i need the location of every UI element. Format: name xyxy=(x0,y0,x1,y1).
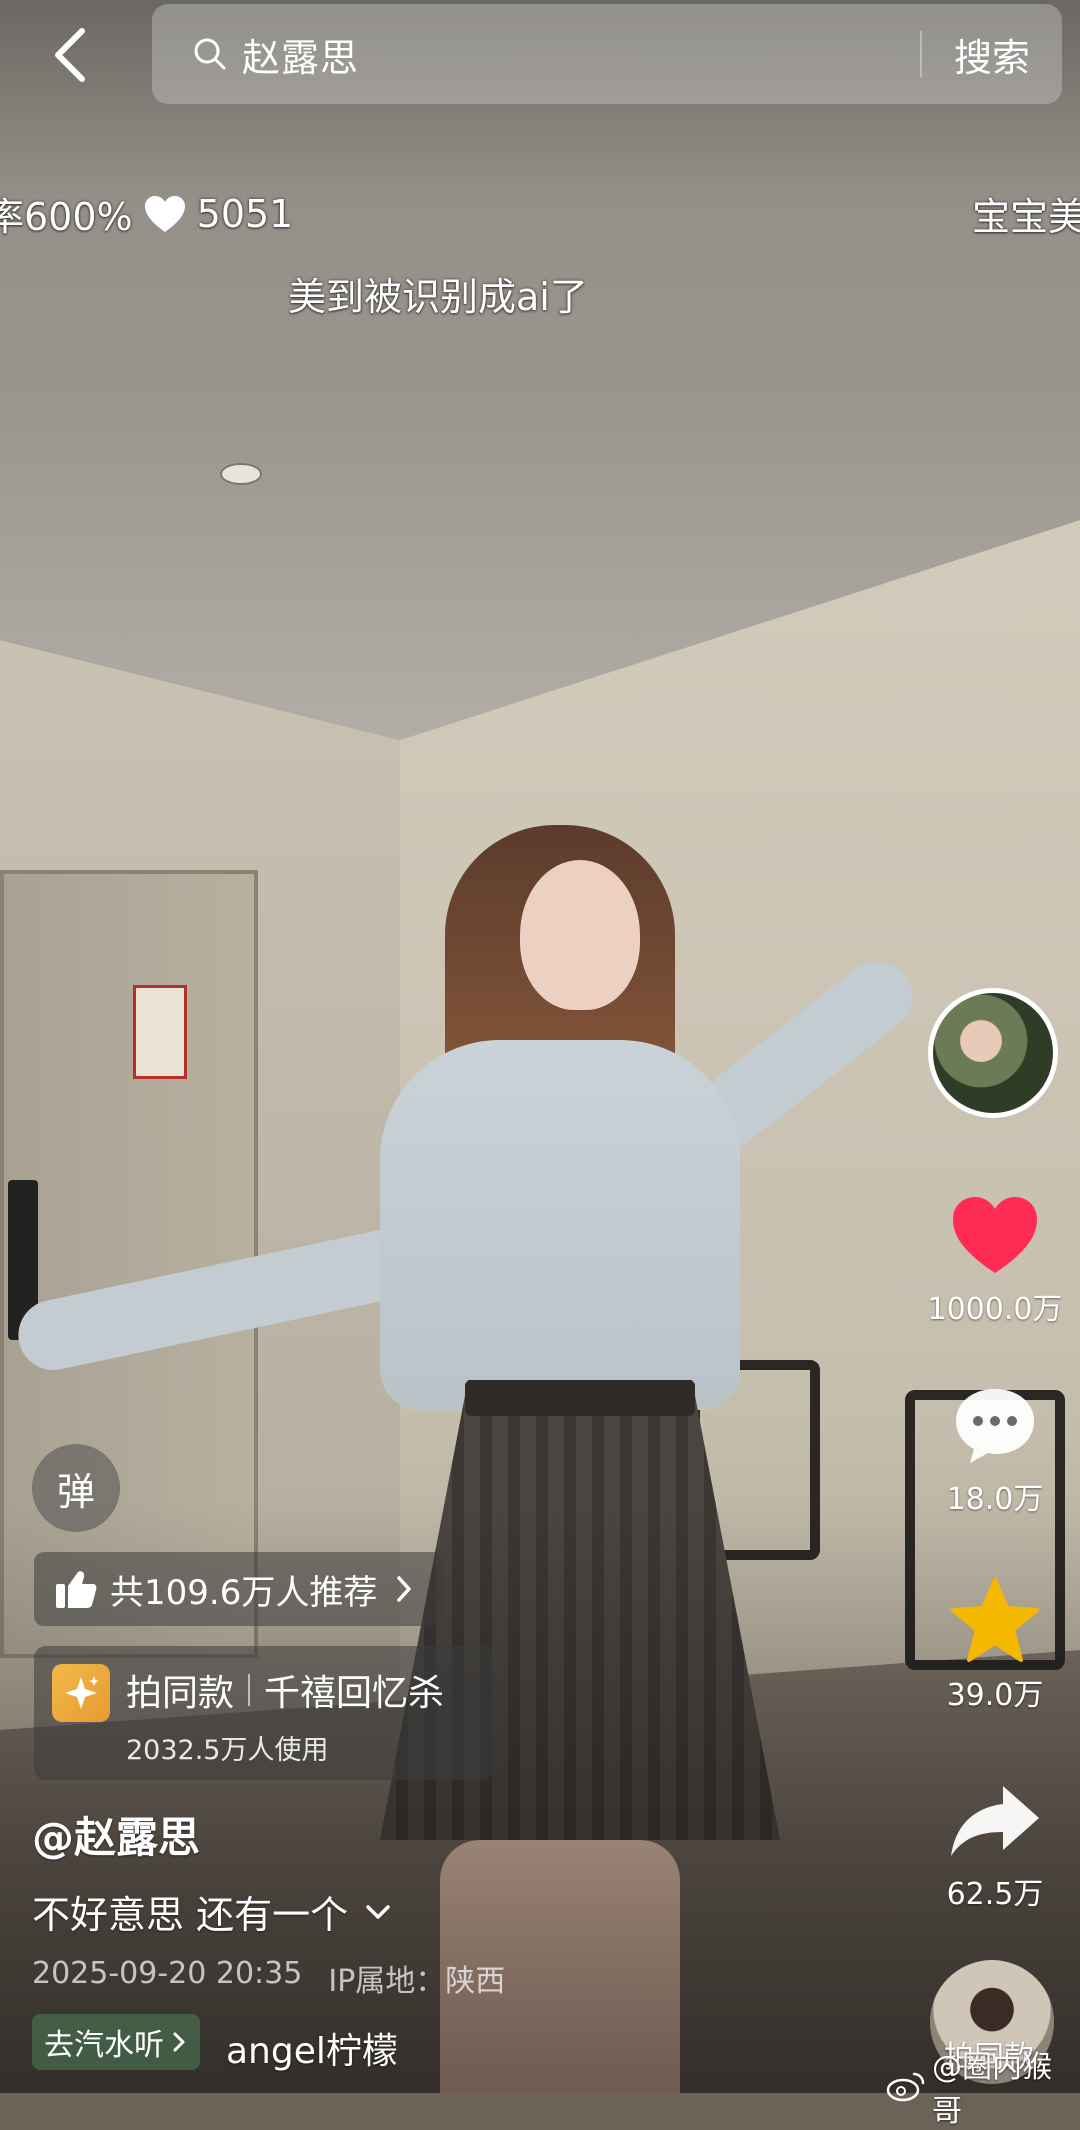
danmaku-like-count: 5051 xyxy=(196,191,294,236)
recommend-pill[interactable]: 共109.6万人推荐 xyxy=(34,1552,444,1626)
danmaku-rate: 率600% xyxy=(0,195,133,239)
weibo-icon xyxy=(886,2069,926,2103)
danmaku-toggle-button[interactable]: 弹 xyxy=(32,1444,120,1532)
post-meta: 2025-09-20 20:35 IP属地：陕西 xyxy=(32,1956,505,2000)
wall-sign xyxy=(133,985,187,1079)
effect-prefix: 拍同款 xyxy=(126,1673,235,1714)
search-bar[interactable]: 赵露思 搜索 xyxy=(152,4,1062,104)
favorite-count: 39.0万 xyxy=(946,1678,1044,1713)
like-count: 1000.0万 xyxy=(927,1292,1063,1327)
effect-card[interactable]: 拍同款 千禧回忆杀 2032.5万人使用 xyxy=(34,1646,494,1780)
person-shirt xyxy=(380,1040,740,1410)
author-handle[interactable]: @赵露思 xyxy=(32,1804,200,1865)
comment-icon xyxy=(956,1389,1034,1463)
danmaku-comment: 宝宝美 xyxy=(972,195,1080,239)
comment-count: 18.0万 xyxy=(946,1482,1044,1517)
chevron-right-icon xyxy=(172,2030,188,2054)
star-icon xyxy=(951,1578,1039,1662)
search-button[interactable]: 搜索 xyxy=(922,27,1062,82)
music-app-tag[interactable]: 去汽水听 xyxy=(32,2014,200,2070)
chevron-down-icon[interactable] xyxy=(364,1901,392,1923)
caption[interactable]: 不好意思 还有一个 xyxy=(32,1884,392,1939)
person-belt xyxy=(465,1380,695,1416)
sparkle-icon xyxy=(52,1664,110,1722)
effect-usage: 2032.5万人使用 xyxy=(126,1735,329,1766)
effect-name: 千禧回忆杀 xyxy=(264,1673,445,1714)
watermark-text: @圈内猴哥 xyxy=(932,2050,1052,2129)
music-title[interactable]: angel柠檬 xyxy=(226,2022,398,2074)
music-app-label: 去汽水听 xyxy=(44,2028,164,2063)
share-count: 62.5万 xyxy=(946,1877,1044,1912)
danmaku-comment: 美到被识别成ai了 xyxy=(288,275,588,319)
heart-icon xyxy=(953,1197,1037,1273)
like-button[interactable]: 1000.0万 xyxy=(925,1190,1065,1328)
share-button[interactable]: 62.5万 xyxy=(925,1775,1065,1913)
author-avatar[interactable] xyxy=(928,988,1058,1118)
danmaku-comment: 率600% 5051 xyxy=(0,186,293,241)
recommend-label: 共109.6万人推荐 xyxy=(110,1572,378,1613)
search-icon xyxy=(192,36,228,72)
watermark: @圈内猴哥 xyxy=(886,2042,1080,2130)
search-query[interactable]: 赵露思 xyxy=(242,27,920,82)
comment-button[interactable]: 18.0万 xyxy=(925,1380,1065,1518)
effect-divider xyxy=(248,1674,251,1706)
chevron-right-icon xyxy=(395,1572,421,1606)
share-icon xyxy=(951,1786,1039,1856)
ip-location: IP属地：陕西 xyxy=(328,1964,506,1999)
post-datetime: 2025-09-20 20:35 xyxy=(32,1956,303,1991)
person-face xyxy=(520,860,640,1010)
caption-text: 不好意思 还有一个 xyxy=(32,1893,349,1937)
ceiling-light xyxy=(220,463,262,485)
favorite-button[interactable]: 39.0万 xyxy=(925,1576,1065,1714)
heart-icon xyxy=(144,195,185,232)
back-button[interactable] xyxy=(40,20,100,90)
back-arrow-icon xyxy=(55,28,85,82)
thumbs-up-icon xyxy=(54,1567,98,1611)
